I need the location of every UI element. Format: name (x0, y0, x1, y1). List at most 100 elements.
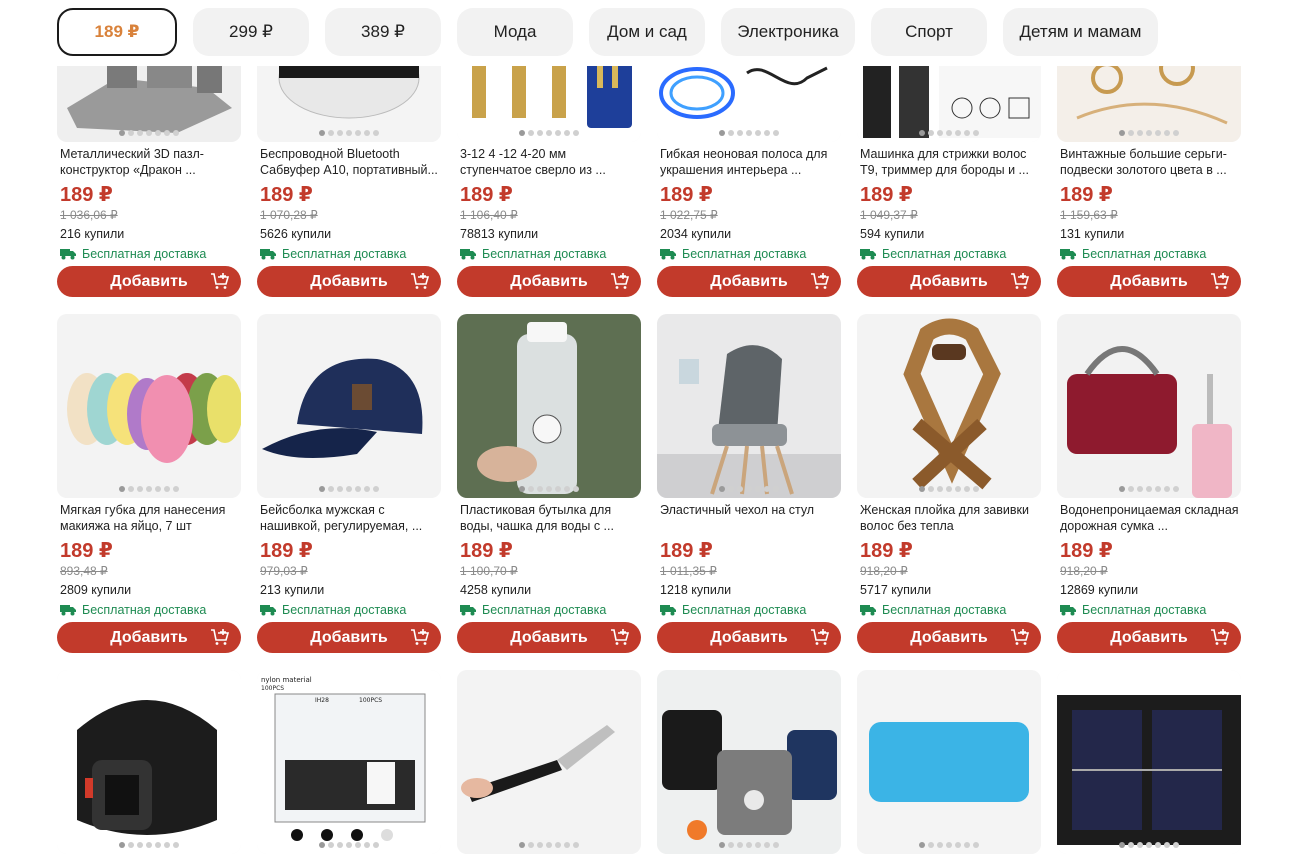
product-title[interactable]: Эластичный чехол на стул (660, 502, 840, 534)
image-dots[interactable] (857, 130, 1041, 136)
add-to-cart-button[interactable]: Добавить (1057, 622, 1241, 653)
product-title[interactable]: Машинка для стрижки волос T9, триммер дл… (860, 146, 1040, 178)
add-label: Добавить (110, 628, 188, 646)
shipping-label: Бесплатная доставка (82, 247, 207, 261)
product-image[interactable] (457, 670, 641, 854)
product-image[interactable] (657, 314, 841, 498)
add-to-cart-button[interactable]: Добавить (657, 622, 841, 653)
product-title[interactable]: Пластиковая бутылка для воды, чашка для … (460, 502, 640, 534)
product-image[interactable] (1057, 670, 1241, 854)
product-price: 189 ₽ (660, 540, 713, 562)
caption-mid2: 100PCS (359, 697, 382, 704)
add-to-cart-button[interactable]: Добавить (57, 622, 241, 653)
filter-chip-sport[interactable]: Спорт (871, 8, 987, 56)
add-to-cart-button[interactable]: Добавить (857, 622, 1041, 653)
product-image[interactable] (257, 314, 441, 498)
product-image[interactable] (57, 314, 241, 498)
image-dots[interactable] (457, 486, 641, 492)
caption-count: 100PCS (261, 685, 284, 692)
filter-chip-189[interactable]: 189 ₽ (57, 8, 177, 56)
old-price: 1 036,06 ₽ (60, 208, 118, 222)
product-image[interactable]: nylon material 100PCS IH28 100PCS (257, 670, 441, 854)
product-image[interactable] (57, 670, 241, 854)
free-shipping: Бесплатная доставка (860, 603, 1006, 617)
filter-chip-home-garden[interactable]: Дом и сад (589, 8, 705, 56)
image-dots[interactable] (657, 842, 841, 848)
old-price: 1 049,37 ₽ (860, 208, 918, 222)
product-title[interactable]: Беспроводной Bluetooth Сабвуфер A10, пор… (260, 146, 440, 178)
image-dots[interactable] (657, 130, 841, 136)
shipping-label: Бесплатная доставка (682, 247, 807, 261)
shipping-label: Бесплатная доставка (1082, 247, 1207, 261)
image-dots[interactable] (657, 486, 841, 492)
truck-icon (660, 249, 676, 260)
product-title[interactable]: Винтажные большие серьги-подвески золото… (1060, 146, 1240, 178)
image-dots[interactable] (1057, 486, 1241, 492)
add-to-cart-button[interactable]: Добавить (457, 622, 641, 653)
product-price: 189 ₽ (260, 540, 313, 562)
product-image[interactable] (857, 670, 1041, 854)
bought-count: 2034 купили (660, 227, 732, 241)
bought-count: 78813 купили (460, 227, 539, 241)
image-dots[interactable] (457, 130, 641, 136)
image-dots[interactable] (857, 486, 1041, 492)
add-label: Добавить (310, 628, 388, 646)
free-shipping: Бесплатная доставка (260, 603, 406, 617)
image-dots[interactable] (57, 486, 241, 492)
filter-chip-389[interactable]: 389 ₽ (325, 8, 441, 56)
product-price: 189 ₽ (60, 540, 113, 562)
product-image[interactable] (657, 670, 841, 854)
image-dots[interactable] (457, 842, 641, 848)
add-label: Добавить (710, 628, 788, 646)
product-image[interactable] (457, 314, 641, 498)
product-title[interactable]: 3-12 4 -12 4-20 мм ступенчатое сверло из… (460, 146, 640, 178)
shipping-label: Бесплатная доставка (882, 247, 1007, 261)
product-price: 189 ₽ (460, 540, 513, 562)
image-dots[interactable] (257, 842, 441, 848)
add-label: Добавить (1110, 272, 1188, 290)
add-to-cart-button[interactable]: Добавить (257, 622, 441, 653)
cart-plus-icon (411, 273, 430, 289)
add-to-cart-button[interactable]: Добавить (1057, 266, 1241, 297)
bought-count: 5626 купили (260, 227, 332, 241)
product-image[interactable] (857, 314, 1041, 498)
product-price: 189 ₽ (1060, 540, 1113, 562)
add-to-cart-button[interactable]: Добавить (657, 266, 841, 297)
image-dots[interactable] (57, 130, 241, 136)
filter-chip-electronics[interactable]: Электроника (721, 8, 855, 56)
add-to-cart-button[interactable]: Добавить (57, 266, 241, 297)
truck-icon (260, 249, 276, 260)
old-price: 1 100,70 ₽ (460, 564, 518, 578)
product-title[interactable]: Бейсболка мужская с нашивкой, регулируем… (260, 502, 440, 534)
old-price: 893,48 ₽ (60, 564, 108, 578)
bottle-image (457, 314, 641, 498)
product-price: 189 ₽ (460, 184, 513, 206)
image-dots[interactable] (57, 842, 241, 848)
cart-plus-icon (211, 629, 230, 645)
image-dots[interactable] (1057, 842, 1241, 848)
old-price: 918,20 ₽ (860, 564, 908, 578)
add-label: Добавить (110, 272, 188, 290)
caption-mid1: IH28 (315, 697, 329, 704)
product-title[interactable]: Гибкая неоновая полоса для украшения инт… (660, 146, 840, 178)
add-to-cart-button[interactable]: Добавить (457, 266, 641, 297)
product-image[interactable] (1057, 314, 1241, 498)
product-title[interactable]: Водонепроницаемая складная дорожная сумк… (1060, 502, 1240, 534)
free-shipping: Бесплатная доставка (460, 603, 606, 617)
product-title[interactable]: Мягкая губка для нанесения макияжа на яй… (60, 502, 240, 534)
free-shipping: Бесплатная доставка (460, 247, 606, 261)
product-title[interactable]: Металлический 3D пазл-конструктор «Драко… (60, 146, 240, 178)
filter-chip-299[interactable]: 299 ₽ (193, 8, 309, 56)
add-to-cart-button[interactable]: Добавить (857, 266, 1041, 297)
filter-chip-kids[interactable]: Детям и мамам (1003, 8, 1158, 56)
add-to-cart-button[interactable]: Добавить (257, 266, 441, 297)
travel-bag-image (1057, 314, 1241, 498)
image-dots[interactable] (857, 842, 1041, 848)
old-price: 1 022,75 ₽ (660, 208, 718, 222)
image-dots[interactable] (1057, 130, 1241, 136)
image-dots[interactable] (257, 130, 441, 136)
filter-chip-fashion[interactable]: Мода (457, 8, 573, 56)
cart-plus-icon (811, 273, 830, 289)
product-title[interactable]: Женская плойка для завивки волос без теп… (860, 502, 1040, 534)
image-dots[interactable] (257, 486, 441, 492)
